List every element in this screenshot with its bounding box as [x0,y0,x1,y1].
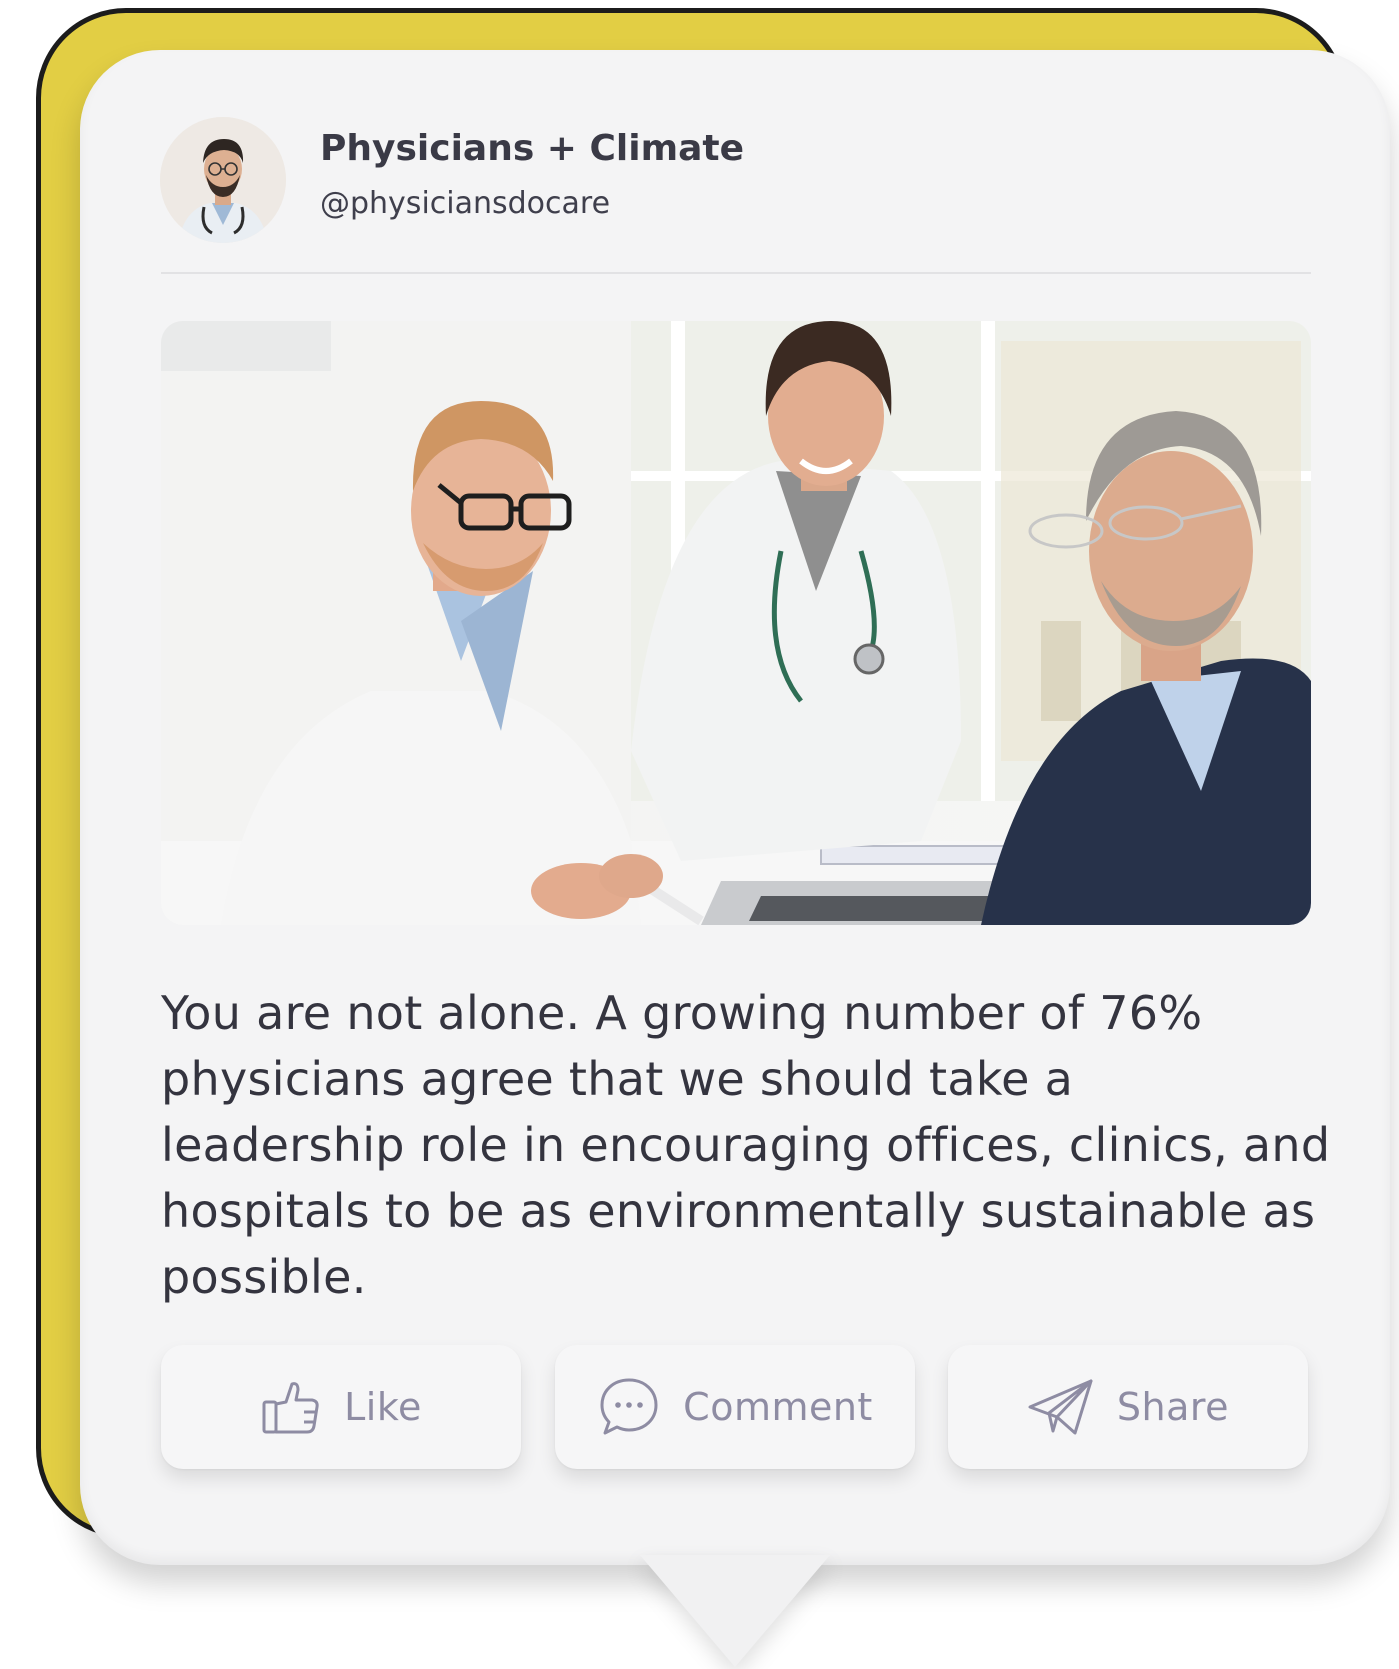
photo-three-doctors-icon [161,321,1311,925]
thumbs-up-icon [260,1376,322,1438]
author-name[interactable]: Physicians + Climate [320,128,744,169]
like-label: Like [344,1385,422,1429]
post-body-text: You are not alone. A growing number of 7… [161,986,1331,1304]
comment-button[interactable]: Comment [555,1345,915,1469]
speech-bubble-icon [597,1375,661,1439]
avatar-doctor-icon [160,117,286,243]
share-button[interactable]: Share [948,1345,1308,1469]
avatar[interactable] [160,117,286,243]
header-divider [161,272,1311,274]
author-handle[interactable]: @physiciansdocare [320,186,610,221]
like-button[interactable]: Like [161,1345,521,1469]
share-label: Share [1116,1385,1230,1429]
post-graphic: Physicians + Climate @physiciansdocare Y… [0,0,1399,1669]
comment-label: Comment [683,1385,873,1429]
speech-bubble-tail [640,1555,830,1667]
post-image[interactable] [161,321,1311,925]
paper-plane-icon [1027,1377,1095,1437]
